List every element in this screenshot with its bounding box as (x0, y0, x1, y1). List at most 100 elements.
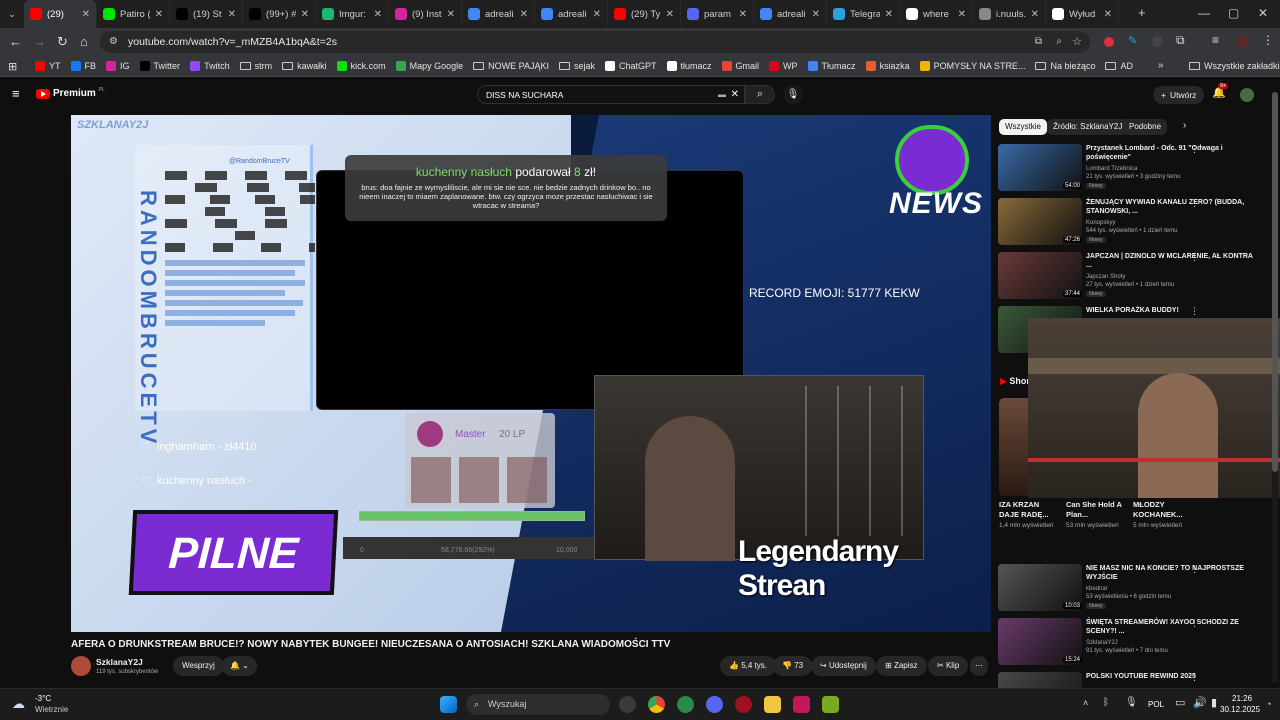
taskbar-search[interactable]: ⌕ Wyszukaj (466, 694, 610, 715)
bookmark-star-icon[interactable]: ☆ (1072, 31, 1082, 53)
clock-time[interactable]: 21:26 (1232, 694, 1252, 703)
tab-close-icon[interactable]: ✕ (739, 9, 747, 20)
browser-tab[interactable]: Telegra ✕ (827, 0, 900, 28)
language-indicator[interactable]: POL (1148, 700, 1164, 709)
channel-avatar[interactable] (71, 656, 91, 676)
recommendation-title[interactable]: Przystanek Lombard - Odc. 91 "Odwaga i p… (1086, 144, 1254, 162)
more-icon[interactable]: ⋮ (1190, 198, 1199, 209)
recommendation-item[interactable]: 15:24 ŚWIĘTA STREAMERÓW! XAYOO SCHODZI ZE… (998, 618, 1274, 666)
close-window-button[interactable]: ✕ (1258, 6, 1268, 20)
zoom-icon[interactable]: ⌕ (1056, 31, 1062, 53)
browser-tab[interactable]: (29) ✕ (24, 0, 97, 28)
extensions-icon[interactable]: ⧉ (1176, 33, 1185, 48)
recommendation-item[interactable]: 47:26 ŻENUJĄCY WYWIAD KANAŁU ZERO? (BUDDA… (998, 198, 1274, 246)
network-icon[interactable]: ▭ (1175, 696, 1185, 709)
tab-close-icon[interactable]: ✕ (374, 9, 382, 20)
more-icon[interactable]: ⋮ (1190, 306, 1199, 317)
extension-icon[interactable]: ✎ (1128, 34, 1137, 47)
bookmark-item[interactable]: YT (30, 61, 66, 71)
tab-close-icon[interactable]: ✕ (301, 9, 309, 20)
browser-tab[interactable]: i.nuuls. ✕ (973, 0, 1046, 28)
bookmark-item[interactable]: Mapy Google (391, 61, 469, 71)
browser-tab[interactable]: (99+) # ✕ (243, 0, 316, 28)
scrollbar-thumb[interactable] (1272, 92, 1278, 472)
new-tab-button[interactable]: + (1138, 5, 1146, 20)
browser-tab[interactable]: (9) Inst ✕ (389, 0, 462, 28)
bookmark-item[interactable]: Na bieżąco (1030, 61, 1100, 71)
recommendation-channel[interactable]: Konopskyy (1086, 220, 1115, 226)
tab-close-icon[interactable]: ✕ (82, 9, 90, 20)
tab-close-icon[interactable]: ✕ (666, 9, 674, 20)
install-icon[interactable]: ⧉ (1035, 31, 1042, 53)
opera-icon[interactable] (735, 696, 752, 713)
home-icon[interactable]: ⌂ (80, 34, 88, 49)
share-button[interactable]: ↪ Udostępnij (811, 656, 876, 676)
youtube-logo[interactable]: Premium PL (36, 87, 105, 99)
tab-close-icon[interactable]: ✕ (958, 9, 966, 20)
recommendation-item[interactable]: 10:03 NIE MASZ NIC NA KONCIE? TO NAJPROST… (998, 564, 1274, 612)
app-icon[interactable] (793, 696, 810, 713)
forward-icon[interactable]: → (33, 34, 46, 49)
url-field[interactable]: ⚙ youtube.com/watch?v=_mMZB4A1bqA&t=2s ⧉… (100, 31, 1090, 53)
discord-icon[interactable] (706, 696, 723, 713)
reading-list-icon[interactable]: ≡ (1212, 33, 1219, 47)
short-title[interactable]: IZA KRZAN DAJE RADĘ... (999, 500, 1061, 520)
more-actions-button[interactable]: ⋯ (970, 656, 988, 676)
bookmark-item[interactable]: NOWE PAJĄKI (468, 61, 554, 71)
bookmark-item[interactable]: WP (764, 61, 803, 71)
bluetooth-icon[interactable]: ᛒ (1103, 697, 1109, 708)
tray-chevron-icon[interactable]: ˄ (1083, 698, 1088, 708)
more-icon[interactable]: ⋮ (1190, 672, 1199, 683)
tab-close-icon[interactable]: ✕ (155, 9, 163, 20)
tab-close-icon[interactable]: ✕ (885, 9, 893, 20)
browser-tab[interactable]: adreali ✕ (535, 0, 608, 28)
chips-next-icon[interactable]: › (1183, 120, 1186, 131)
create-button[interactable]: + Utwórz (1153, 86, 1205, 104)
notification-center-icon[interactable]: ◔ (1266, 699, 1271, 709)
bookmark-item[interactable]: kawałki (277, 61, 332, 71)
recommendation-channel[interactable]: kbednar (1086, 586, 1108, 592)
bookmark-item[interactable]: ChatGPT (600, 61, 662, 71)
tab-close-icon[interactable]: ✕ (520, 9, 528, 20)
browser-tab[interactable]: Imgur: ✕ (316, 0, 389, 28)
chrome-icon[interactable] (648, 696, 665, 713)
more-icon[interactable]: ⋮ (1190, 618, 1199, 629)
tab-close-icon[interactable]: ✕ (1031, 9, 1039, 20)
short-title[interactable]: MŁODZY KOCHANEK... (1133, 500, 1195, 520)
tab-close-icon[interactable]: ✕ (812, 9, 820, 20)
menu-icon[interactable]: ⋮ (1262, 33, 1274, 47)
recommendation-title[interactable]: JAPCZAN | DZINOLD W MCLARENIE, AŁ KONTRA… (1086, 252, 1254, 270)
more-icon[interactable]: ⋮ (1190, 144, 1199, 155)
recommendation-title[interactable]: ŚWIĘTA STREAMERÓW! XAYOO SCHODZI ZE SCEN… (1086, 618, 1254, 636)
apps-icon[interactable]: ⊞ (8, 60, 17, 73)
browser-tab[interactable]: (19) St ✕ (170, 0, 243, 28)
volume-icon[interactable]: 🔊 (1193, 696, 1207, 709)
tab-close-icon[interactable]: ✕ (228, 9, 236, 20)
bookmark-item[interactable]: Gmail (717, 61, 765, 71)
tab-close-icon[interactable]: ✕ (1104, 9, 1112, 20)
bookmark-item[interactable]: AD (1100, 61, 1138, 71)
all-bookmarks-folder[interactable]: Wszystkie zakładki (1184, 61, 1280, 71)
back-icon[interactable]: ← (9, 34, 22, 49)
browser-tab[interactable]: Wyłud ✕ (1046, 0, 1119, 28)
video-player[interactable]: SZKLANAY2J RANDOMBRUCETV @RandomBruceTV … (71, 115, 991, 632)
minimize-button[interactable]: — (1198, 6, 1210, 20)
subscribed-bell-button[interactable]: 🔔 ⌄ (222, 656, 257, 676)
bookmark-item[interactable]: Tłumacz (803, 61, 861, 71)
short-item[interactable]: IZA KRZAN DAJE RADĘ... 1,4 mln wyświetleń (999, 500, 1061, 529)
profile-avatar[interactable] (1236, 35, 1249, 48)
reload-icon[interactable]: ↻ (57, 34, 68, 50)
short-title[interactable]: Can She Hold A Plan... (1066, 500, 1128, 520)
bookmark-item[interactable]: Twitch (185, 61, 235, 71)
recommendation-title[interactable]: ŻENUJĄCY WYWIAD KANAŁU ZERO? (BUDDA, STA… (1086, 198, 1254, 216)
browser-tab[interactable]: param ✕ (681, 0, 754, 28)
game-launcher-icon[interactable] (822, 696, 839, 713)
browser-tab[interactable]: adreali ✕ (462, 0, 535, 28)
bookmark-item[interactable]: ksiazka (861, 61, 915, 71)
more-icon[interactable]: ⋮ (1190, 564, 1199, 575)
channel-name[interactable]: SzklanaY2J (96, 657, 143, 667)
short-item[interactable]: MŁODZY KOCHANEK... 5 mln wyświetleń (1133, 500, 1195, 529)
like-button[interactable]: 👍 5,4 tys. (720, 656, 776, 676)
profile-extension-icon[interactable] (1152, 36, 1163, 47)
keyboard-icon[interactable]: ▬ (718, 86, 726, 104)
